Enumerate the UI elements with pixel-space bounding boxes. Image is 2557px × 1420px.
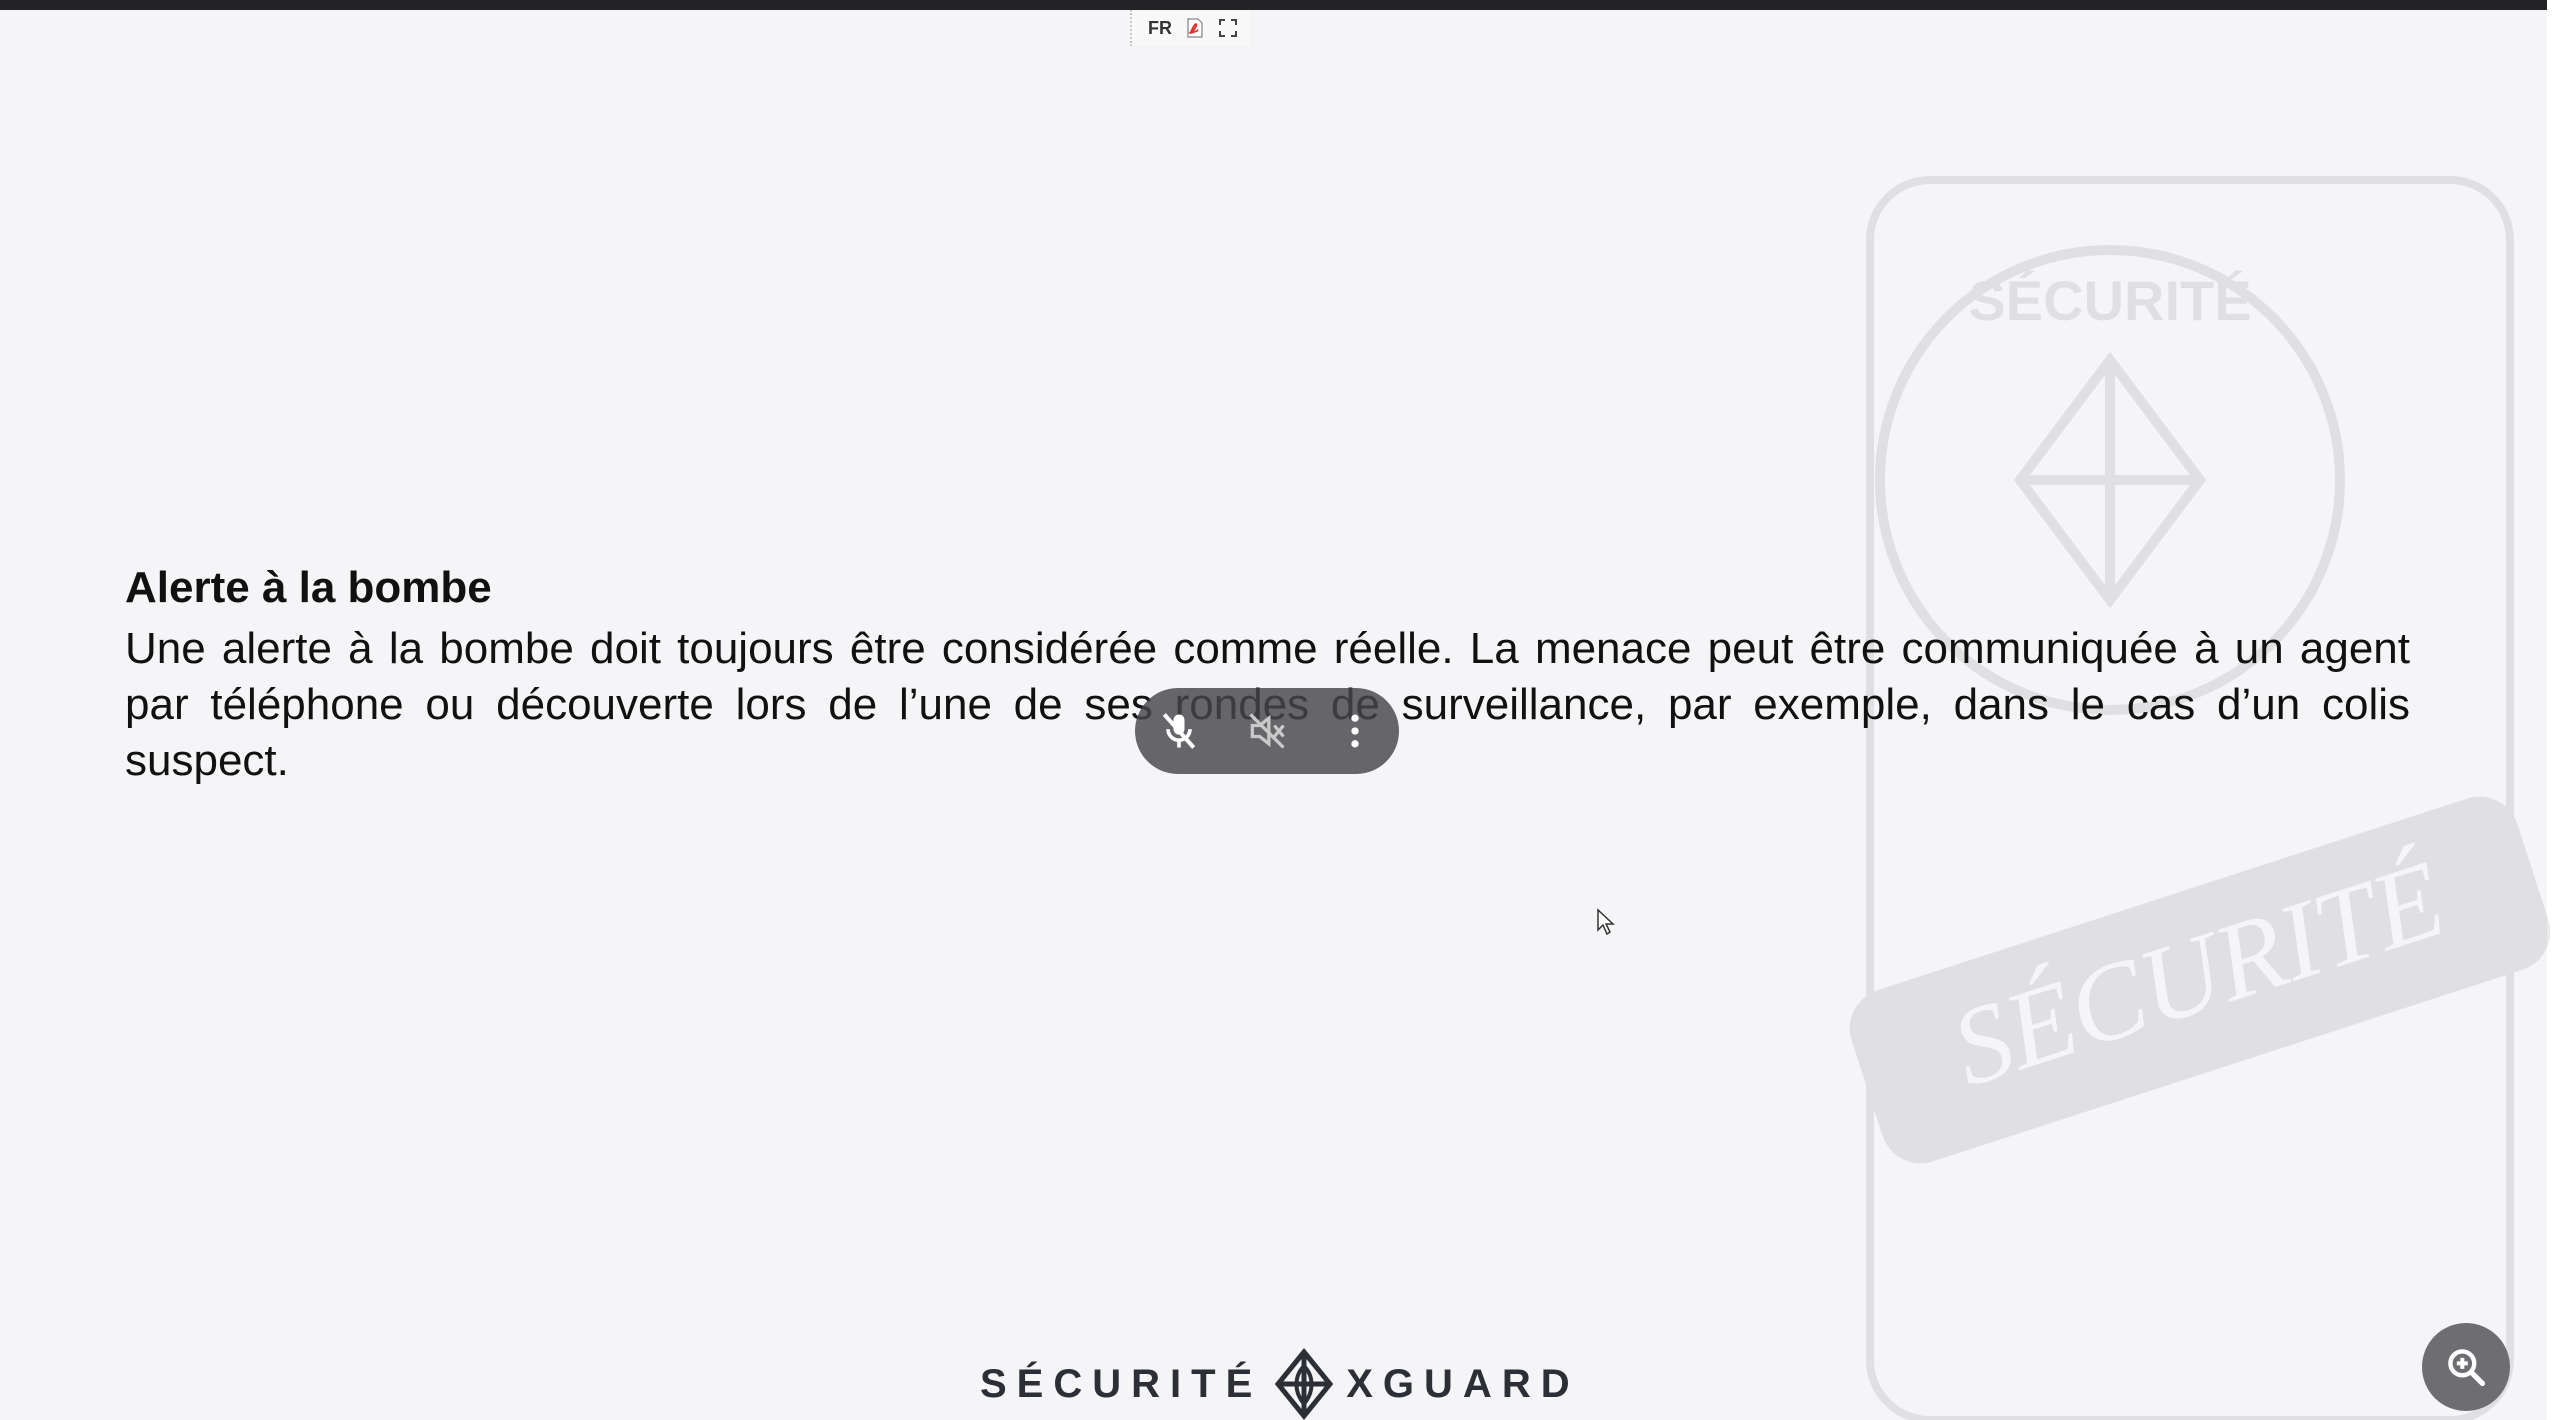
speaker-off-icon bbox=[1249, 713, 1285, 749]
watermark-text-top: SÉCURITÉ bbox=[1968, 269, 2251, 332]
zoom-button[interactable] bbox=[2422, 1323, 2510, 1411]
media-control-pill bbox=[1135, 688, 1399, 774]
slide-heading: Alerte à la bombe bbox=[125, 563, 492, 612]
company-logo: SÉCURITÉ XGUARD bbox=[980, 1348, 1580, 1420]
logo-word-left: SÉCURITÉ bbox=[980, 1362, 1263, 1406]
mic-off-icon bbox=[1162, 713, 1196, 749]
mouse-cursor bbox=[1597, 908, 1615, 936]
top-dark-bar bbox=[0, 0, 2557, 10]
mute-mic-button[interactable] bbox=[1147, 699, 1211, 763]
fullscreen-icon[interactable] bbox=[1218, 18, 1238, 38]
pdf-icon[interactable] bbox=[1184, 17, 1206, 39]
language-toggle[interactable]: FR bbox=[1148, 18, 1172, 39]
mini-toolbar: FR bbox=[1130, 10, 1250, 46]
logo-word-right: XGUARD bbox=[1346, 1362, 1580, 1406]
mute-speaker-button[interactable] bbox=[1235, 699, 1299, 763]
shield-emblem-icon bbox=[1275, 1348, 1334, 1420]
zoom-in-icon bbox=[2448, 1349, 2486, 1387]
more-vertical-icon bbox=[1351, 714, 1359, 748]
more-options-button[interactable] bbox=[1323, 699, 1387, 763]
